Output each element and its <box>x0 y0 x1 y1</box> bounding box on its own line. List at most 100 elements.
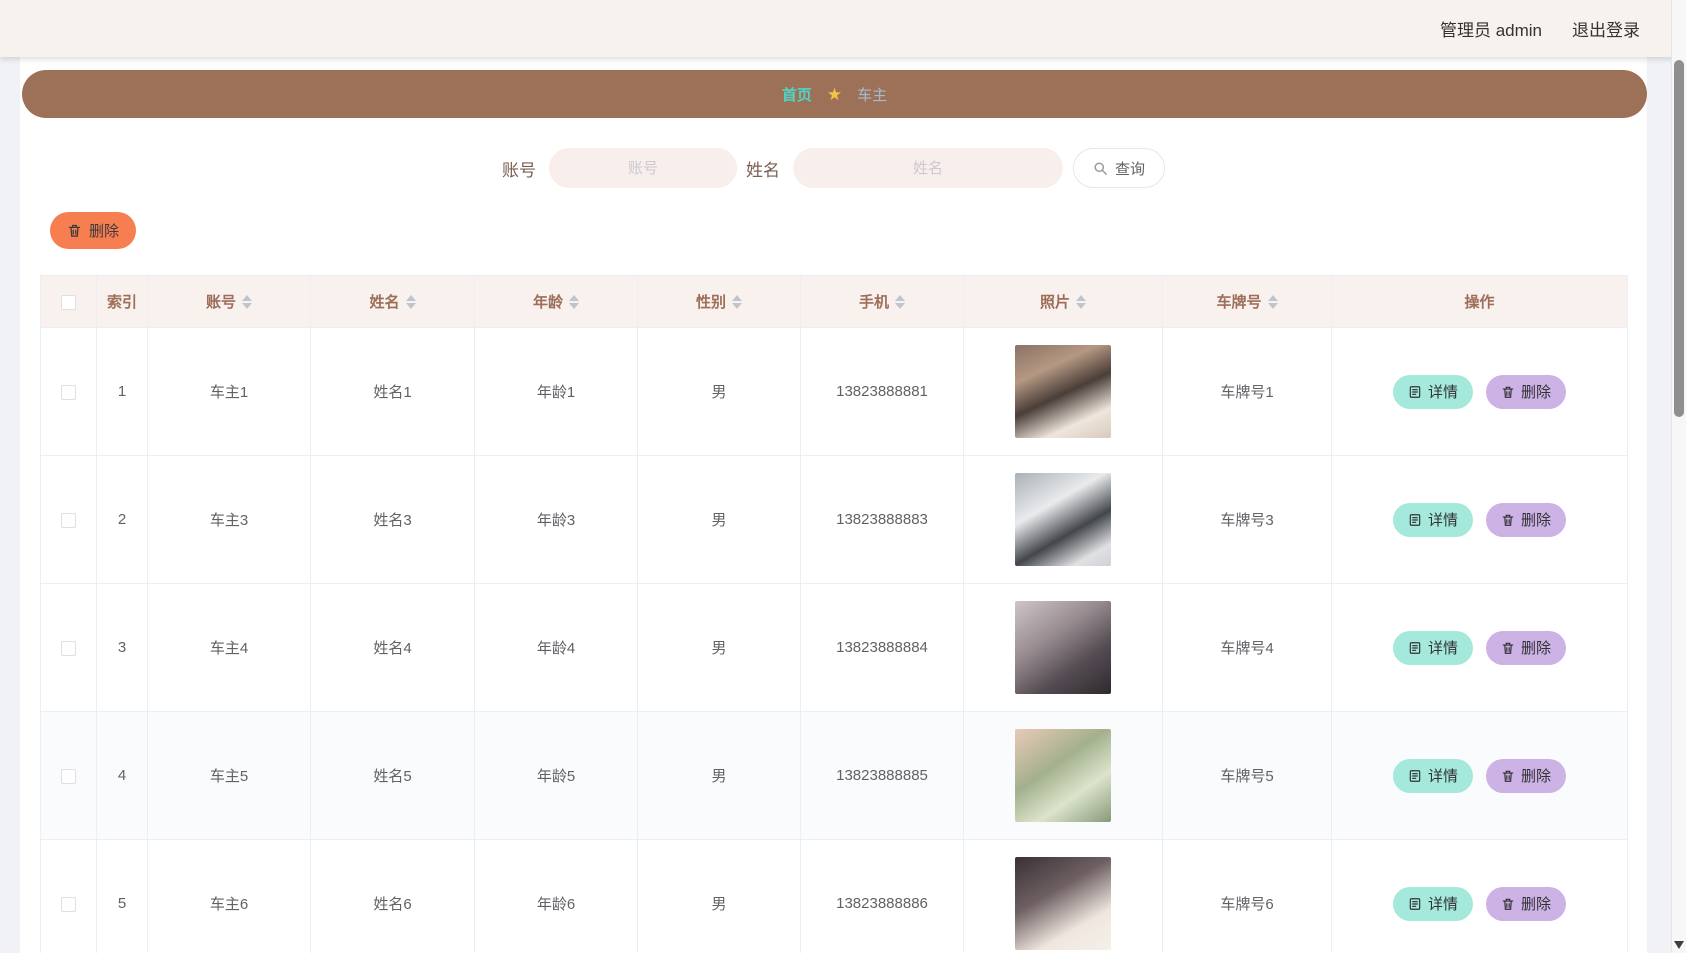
column-header-plate[interactable]: 车牌号 <box>1162 275 1332 328</box>
cell-age: 年龄1 <box>474 327 638 456</box>
table-row: 3 车主4 姓名4 年龄4 男 13823888884 车牌号4 详情 删除 <box>40 583 1628 712</box>
page-card: 首页 ★ 车主 账号 姓名 查询 删除 <box>20 57 1647 953</box>
cell-account: 车主6 <box>147 839 311 953</box>
row-checkbox[interactable] <box>61 896 76 912</box>
breadcrumb: 首页 ★ 车主 <box>22 70 1647 118</box>
vertical-scrollbar[interactable] <box>1671 0 1686 953</box>
column-header-account[interactable]: 账号 <box>147 275 311 328</box>
column-header-gender[interactable]: 性别 <box>637 275 801 328</box>
cell-account: 车主4 <box>147 583 311 712</box>
row-delete-button[interactable]: 删除 <box>1486 630 1567 665</box>
cell-index: 5 <box>96 839 148 953</box>
scrollbar-down-arrow-icon[interactable] <box>1674 941 1684 949</box>
detail-button[interactable]: 详情 <box>1392 758 1473 793</box>
cell-phone: 13823888883 <box>800 455 964 584</box>
breadcrumb-home-link[interactable]: 首页 <box>782 84 812 105</box>
row-delete-button-label: 删除 <box>1521 384 1552 401</box>
cell-index: 3 <box>96 583 148 712</box>
table-body: 1 车主1 姓名1 年龄1 男 13823888881 车牌号1 详情 删除 2… <box>40 327 1628 953</box>
row-delete-button[interactable]: 删除 <box>1486 758 1567 793</box>
row-delete-button-label: 删除 <box>1521 768 1552 785</box>
query-button[interactable]: 查询 <box>1073 148 1165 188</box>
trash-icon <box>1501 513 1515 527</box>
sort-carets-icon[interactable] <box>569 294 579 309</box>
star-icon: ★ <box>826 84 843 104</box>
detail-button-label: 详情 <box>1427 640 1458 657</box>
cell-plate: 车牌号4 <box>1162 583 1332 712</box>
detail-button[interactable]: 详情 <box>1392 630 1473 665</box>
cell-index: 2 <box>96 455 148 584</box>
cell-name: 姓名3 <box>310 455 475 584</box>
owner-photo <box>1015 345 1111 438</box>
detail-button[interactable]: 详情 <box>1392 374 1473 409</box>
column-header-phone[interactable]: 手机 <box>800 275 964 328</box>
document-icon <box>1408 513 1422 527</box>
detail-button[interactable]: 详情 <box>1392 502 1473 537</box>
detail-button-label: 详情 <box>1427 384 1458 401</box>
column-header-name[interactable]: 姓名 <box>310 275 475 328</box>
bulk-delete-button[interactable]: 删除 <box>50 212 137 249</box>
owners-table: 索引 账号 姓名 年龄 性别 手机 照片 车牌号 操作 1 车主1 姓名1 年龄… <box>40 275 1628 953</box>
cell-phone: 13823888886 <box>800 839 964 953</box>
cell-name: 姓名6 <box>310 839 475 953</box>
bulk-delete-label: 删除 <box>89 223 120 240</box>
cell-phone: 13823888885 <box>800 711 964 840</box>
sort-carets-icon[interactable] <box>405 294 416 309</box>
account-label: 账号 <box>502 160 536 180</box>
document-icon <box>1408 385 1422 399</box>
scrollbar-thumb[interactable] <box>1674 60 1684 417</box>
detail-button[interactable]: 详情 <box>1392 886 1473 921</box>
column-header-index: 索引 <box>96 275 148 328</box>
breadcrumb-current: 车主 <box>857 86 888 104</box>
row-delete-button-label: 删除 <box>1521 640 1552 657</box>
table-row: 2 车主3 姓名3 年龄3 男 13823888883 车牌号3 详情 删除 <box>40 455 1628 584</box>
row-checkbox[interactable] <box>61 512 76 528</box>
cell-gender: 男 <box>637 839 801 953</box>
account-input[interactable] <box>549 148 737 188</box>
cell-gender: 男 <box>637 711 801 840</box>
cell-plate: 车牌号6 <box>1162 839 1332 953</box>
cell-index: 4 <box>96 711 148 840</box>
cell-phone: 13823888881 <box>800 327 964 456</box>
column-header-photo[interactable]: 照片 <box>963 275 1163 328</box>
cell-gender: 男 <box>637 583 801 712</box>
cell-age: 年龄5 <box>474 711 638 840</box>
cell-account: 车主1 <box>147 327 311 456</box>
cell-account: 车主3 <box>147 455 311 584</box>
owner-photo <box>1015 473 1111 566</box>
select-all-header <box>40 275 97 328</box>
cell-plate: 车牌号3 <box>1162 455 1332 584</box>
sort-carets-icon[interactable] <box>895 294 905 309</box>
row-delete-button[interactable]: 删除 <box>1486 502 1567 537</box>
detail-button-label: 详情 <box>1427 512 1458 529</box>
cell-name: 姓名4 <box>310 583 475 712</box>
cell-name: 姓名5 <box>310 711 475 840</box>
sort-carets-icon[interactable] <box>1267 294 1278 309</box>
cell-index: 1 <box>96 327 148 456</box>
admin-user-label: 管理员 admin <box>1439 21 1542 40</box>
topbar: 管理员 admin 退出登录 <box>0 0 1686 57</box>
sort-carets-icon[interactable] <box>732 294 742 309</box>
row-delete-button-label: 删除 <box>1521 896 1552 913</box>
cell-age: 年龄4 <box>474 583 638 712</box>
row-checkbox[interactable] <box>61 640 76 656</box>
detail-button-label: 详情 <box>1427 768 1458 785</box>
name-input[interactable] <box>793 148 1063 188</box>
trash-icon <box>1501 769 1515 783</box>
row-checkbox[interactable] <box>61 384 76 400</box>
row-checkbox[interactable] <box>61 768 76 784</box>
cell-gender: 男 <box>637 327 801 456</box>
logout-link[interactable]: 退出登录 <box>1572 16 1640 41</box>
trash-icon <box>1501 641 1515 655</box>
row-delete-button[interactable]: 删除 <box>1486 886 1567 921</box>
trash-icon <box>1501 897 1515 911</box>
trash-icon <box>1501 385 1515 399</box>
document-icon <box>1408 769 1422 783</box>
column-header-age[interactable]: 年龄 <box>474 275 638 328</box>
select-all-checkbox[interactable] <box>61 294 76 310</box>
sort-carets-icon[interactable] <box>1076 294 1086 309</box>
cell-gender: 男 <box>637 455 801 584</box>
row-delete-button[interactable]: 删除 <box>1486 374 1567 409</box>
cell-plate: 车牌号5 <box>1162 711 1332 840</box>
sort-carets-icon[interactable] <box>242 294 252 309</box>
